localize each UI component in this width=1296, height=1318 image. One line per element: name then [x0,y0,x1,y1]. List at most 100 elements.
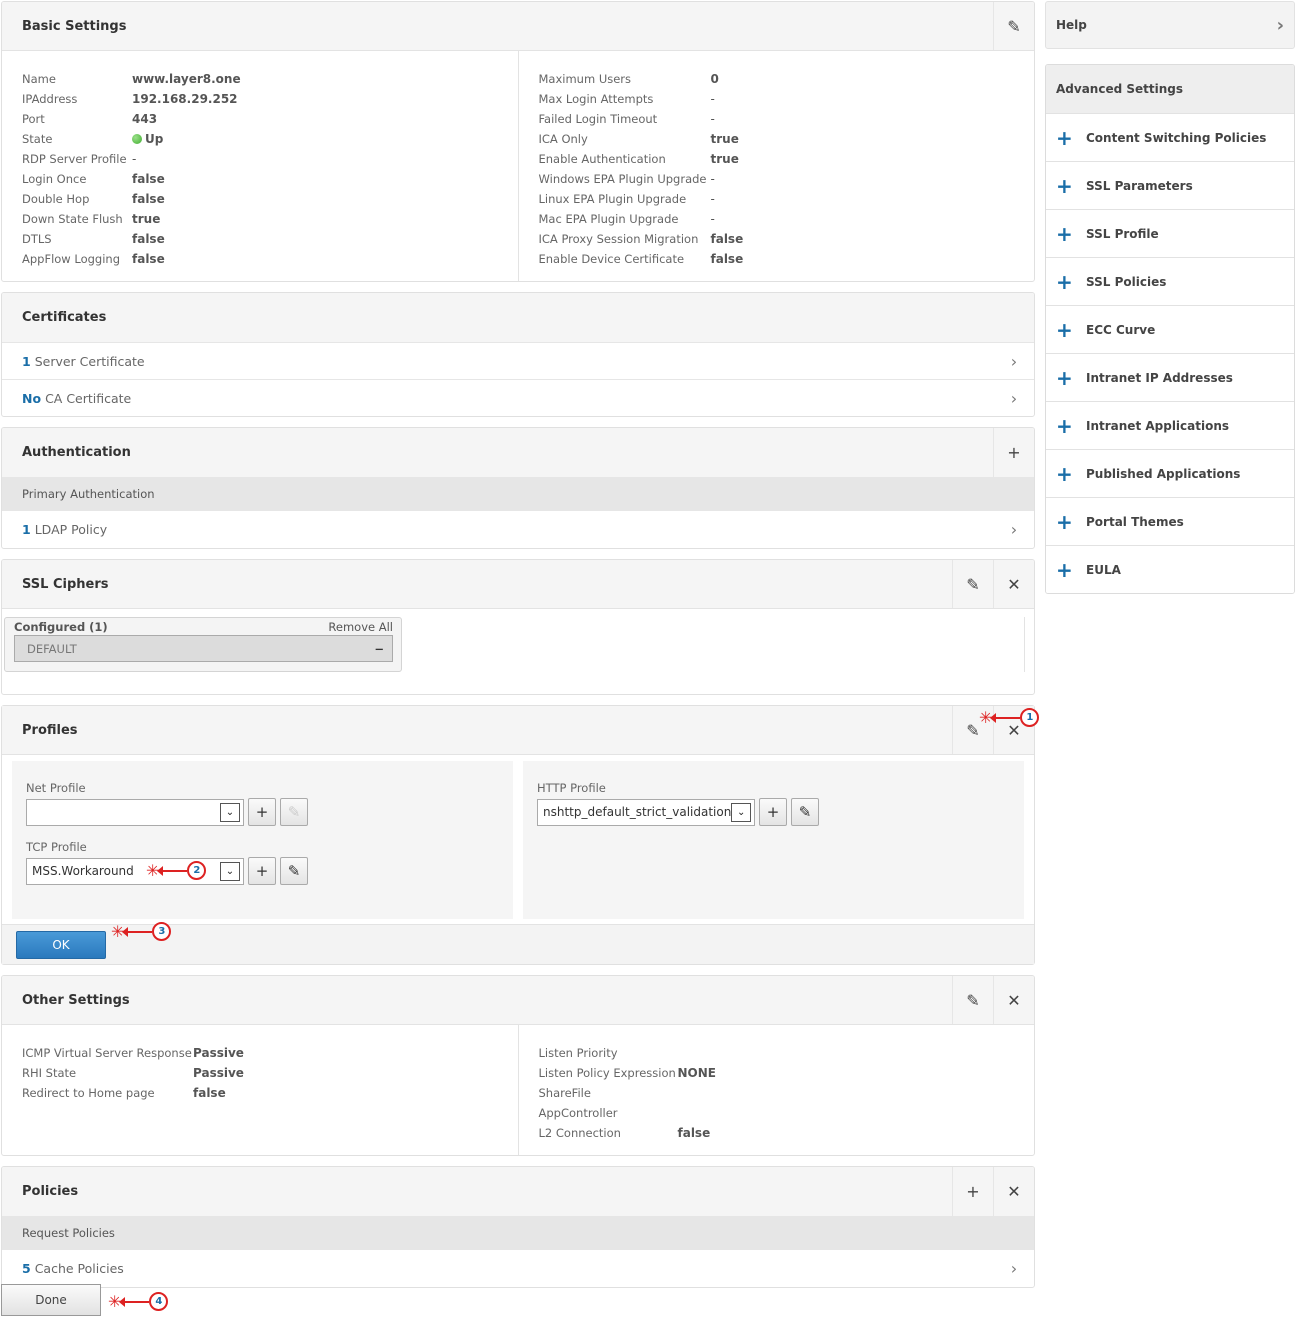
chevron-right-icon[interactable]: › [994,352,1034,371]
advanced-item[interactable]: + Intranet IP Addresses [1046,353,1294,401]
field-label: Maximum Users [538,72,632,86]
field-label: Redirect to Home page [22,1086,155,1100]
basic-settings-header: Basic Settings ✎ [2,2,1034,51]
field-label: ICA Only [538,132,588,146]
chevron-right-icon[interactable]: › [994,1259,1034,1278]
help-panel[interactable]: Help › [1045,1,1295,49]
server-certificate-row[interactable]: 1 Server Certificate › [2,342,1034,379]
chevron-down-icon[interactable]: ⌄ [220,802,240,822]
field-label: Max Login Attempts [538,92,654,106]
panel-title: Authentication [22,445,131,460]
field-value: - [710,92,715,106]
ldap-policy-row[interactable]: 1 LDAP Policy › [2,511,1034,548]
chevron-right-icon[interactable]: › [994,520,1034,539]
field-value: false [677,1126,711,1140]
primary-authentication-header: Primary Authentication [2,477,1034,511]
edit-icon[interactable]: ✎ [952,976,993,1024]
row-label: Cache Policies [34,1261,124,1276]
panel-title: Certificates [22,310,107,325]
add-net-profile-button[interactable]: + [248,798,276,826]
count-link[interactable]: 1 [22,354,31,369]
edit-http-profile-button[interactable]: ✎ [791,798,819,826]
edit-icon[interactable]: ✎ [952,560,993,608]
advanced-item[interactable]: + SSL Profile [1046,209,1294,257]
advanced-item[interactable]: + SSL Parameters [1046,161,1294,209]
field-label: Enable Authentication [538,152,666,166]
advanced-item[interactable]: + ECC Curve [1046,305,1294,353]
field-label: Name [22,72,56,86]
advanced-item[interactable]: + Intranet Applications [1046,401,1294,449]
field-value: false [132,252,165,266]
field-label: ShareFile [538,1086,591,1100]
field-value: - [710,192,715,206]
annotation-3: ✳ 3 [111,922,172,941]
net-profile-select[interactable]: ⌄ [26,798,244,826]
advanced-item-label: Content Switching Policies [1086,130,1267,145]
field-label: Mac EPA Plugin Upgrade [538,212,679,226]
configured-label: Configured (1) [14,620,108,634]
field-label: IPAddress [22,92,78,106]
count-link[interactable]: 5 [22,1261,31,1276]
annotation-4: ✳ 4 [108,1292,169,1311]
cipher-item[interactable]: DEFAULT − [14,635,393,662]
advanced-item[interactable]: + SSL Policies [1046,257,1294,305]
edit-net-profile-button[interactable]: ✎ [280,798,308,826]
cache-policies-row[interactable]: 5 Cache Policies › [2,1250,1034,1287]
http-profile-select[interactable]: nshttp_default_strict_validation ⌄ [537,798,755,826]
close-icon[interactable]: ✕ [993,560,1034,608]
advanced-item-label: Portal Themes [1086,514,1184,529]
arrow-icon [990,712,1021,723]
add-http-profile-button[interactable]: + [759,798,787,826]
field-label: Listen Policy Expression [538,1066,676,1080]
advanced-item-label: SSL Profile [1086,226,1159,241]
ca-certificate-row[interactable]: No CA Certificate › [2,379,1034,416]
advanced-item[interactable]: + Content Switching Policies [1046,113,1294,161]
close-icon[interactable]: ✕ [993,1167,1034,1216]
help-label: Help [1056,18,1087,32]
plus-icon: + [1056,413,1073,438]
close-icon[interactable]: ✕ [993,976,1034,1024]
field-label: Login Once [22,172,87,186]
advanced-item[interactable]: + EULA [1046,545,1294,593]
field-value: - [132,152,137,166]
plus-icon: + [1056,509,1073,534]
remove-icon[interactable]: − [374,642,384,656]
chevron-down-icon[interactable]: ⌄ [220,861,240,881]
annotation-2: ✳ 2 [146,861,207,880]
ssl-ciphers-panel: SSL Ciphers ✎ ✕ Configured (1) Remove Al… [1,559,1035,695]
panel-title: SSL Ciphers [22,576,109,592]
count-link[interactable]: No [22,391,41,406]
plus-icon: + [1056,461,1073,486]
edit-icon[interactable]: ✎ [993,2,1034,50]
edit-tcp-profile-button[interactable]: ✎ [280,857,308,885]
add-tcp-profile-button[interactable]: + [248,857,276,885]
advanced-item[interactable]: + Portal Themes [1046,497,1294,545]
field-label: RDP Server Profile [22,152,127,166]
field-value: true [132,212,161,226]
ok-button[interactable]: OK [16,930,106,959]
add-icon[interactable]: + [993,428,1034,477]
tcp-profile-select[interactable]: MSS.Workaround ⌄ [26,857,244,885]
http-profile-label: HTTP Profile [537,781,606,795]
state-value: Up [145,132,164,146]
advanced-item-label: Intranet IP Addresses [1086,370,1233,385]
done-button[interactable]: Done [1,1284,101,1316]
field-label: Enable Device Certificate [538,252,685,266]
configured-ciphers-box: Configured (1) Remove All DEFAULT − [4,617,402,672]
field-value: false [132,232,165,246]
remove-all-link[interactable]: Remove All [328,620,393,634]
chevron-down-icon[interactable]: ⌄ [731,802,751,822]
add-icon[interactable]: + [952,1167,993,1216]
chevron-right-icon[interactable]: › [994,389,1034,408]
advanced-item[interactable]: + Published Applications [1046,449,1294,497]
field-value: 0 [710,72,719,86]
count-link[interactable]: 1 [22,522,31,537]
field-value: true [710,132,739,146]
advanced-item-label: SSL Policies [1086,274,1167,289]
advanced-item-label: Published Applications [1086,466,1241,481]
field-value: false [710,252,744,266]
plus-icon: + [1056,173,1073,198]
chevron-right-icon[interactable]: › [1277,15,1284,36]
panel-title: Basic Settings [22,18,127,34]
field-value: false [132,192,165,206]
